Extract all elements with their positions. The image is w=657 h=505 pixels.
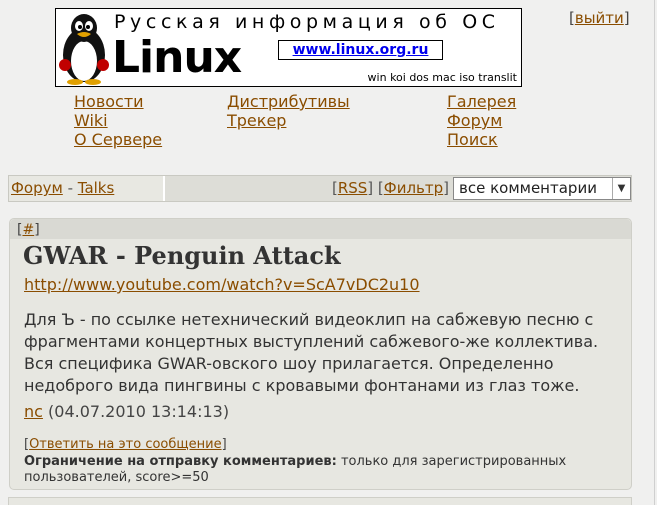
- forum-tools: [RSS] [Фильтр]: [331, 179, 449, 197]
- breadcrumb: Форум - Talks: [9, 176, 165, 201]
- message-title: GWAR - Penguin Attack: [23, 241, 341, 270]
- message-date: (04.07.2010 13:14:13): [48, 402, 230, 421]
- message-body: Для Ъ - по ссылке нетехнический видеокли…: [24, 310, 599, 395]
- logo-wordmark: Linux: [112, 32, 242, 83]
- restriction-label: Ограничение на отправку комментариев:: [24, 454, 337, 469]
- breadcrumb-forum[interactable]: Форум: [11, 179, 63, 197]
- bracket-close: ]: [623, 9, 630, 27]
- filter-link[interactable]: Фильтр: [384, 179, 443, 197]
- page-divider: [654, 0, 655, 505]
- logo-encodings: win koi dos mac iso translit: [367, 71, 517, 84]
- forum-header-bar: Форум - Talks [RSS] [Фильтр] все коммент…: [8, 175, 632, 202]
- nav-forum[interactable]: Форум: [447, 111, 607, 130]
- comment-restriction: Ограничение на отправку комментариев: то…: [24, 454, 604, 486]
- tux-penguin-icon: [59, 14, 109, 85]
- site-logo[interactable]: Русская информация об ОС Linux www.linux…: [55, 8, 522, 87]
- forum-message: [#] GWAR - Penguin Attack http://www.you…: [9, 218, 632, 490]
- logo-url: www.linux.org.ru: [278, 40, 443, 60]
- chevron-down-icon[interactable]: ▼: [612, 178, 630, 199]
- nav-search[interactable]: Поиск: [447, 130, 607, 149]
- nav-distros[interactable]: Дистрибутивы: [227, 92, 387, 111]
- rss-link[interactable]: RSS: [338, 179, 367, 197]
- breadcrumb-separator: -: [62, 179, 78, 197]
- anchor-link[interactable]: #: [22, 222, 34, 238]
- reply-area: [Ответить на это сообщение]: [24, 437, 227, 452]
- nav-column-3: Галерея Форум Поиск: [447, 92, 607, 149]
- logout-link[interactable]: выйти: [575, 9, 624, 27]
- select-value: все комментарии: [459, 179, 597, 197]
- message-anchor: [#]: [17, 222, 40, 238]
- message-header-strip: [10, 219, 631, 239]
- nav-gallery[interactable]: Галерея: [447, 92, 607, 111]
- message-url-link[interactable]: http://www.youtube.com/watch?v=ScA7vDC2u…: [24, 275, 420, 294]
- breadcrumb-talks[interactable]: Talks: [78, 179, 115, 197]
- next-section-edge: [8, 497, 632, 505]
- nav-column-2: Дистрибутивы Трекер: [227, 92, 387, 130]
- comments-filter-select[interactable]: все комментарии ▼: [453, 177, 631, 200]
- reply-link[interactable]: Ответить на это сообщение: [29, 437, 222, 452]
- author-link[interactable]: nc: [24, 402, 43, 421]
- nav-column-1: Новости Wiki О Сервере: [74, 92, 234, 149]
- message-signature: nc (04.07.2010 13:14:13): [24, 402, 229, 421]
- nav-about[interactable]: О Сервере: [74, 130, 234, 149]
- nav-wiki[interactable]: Wiki: [74, 111, 234, 130]
- nav-news[interactable]: Новости: [74, 92, 234, 111]
- logout-area: [выйти]: [569, 9, 630, 27]
- logo-tagline: Русская информация об ОС: [114, 11, 500, 33]
- nav-tracker[interactable]: Трекер: [227, 111, 387, 130]
